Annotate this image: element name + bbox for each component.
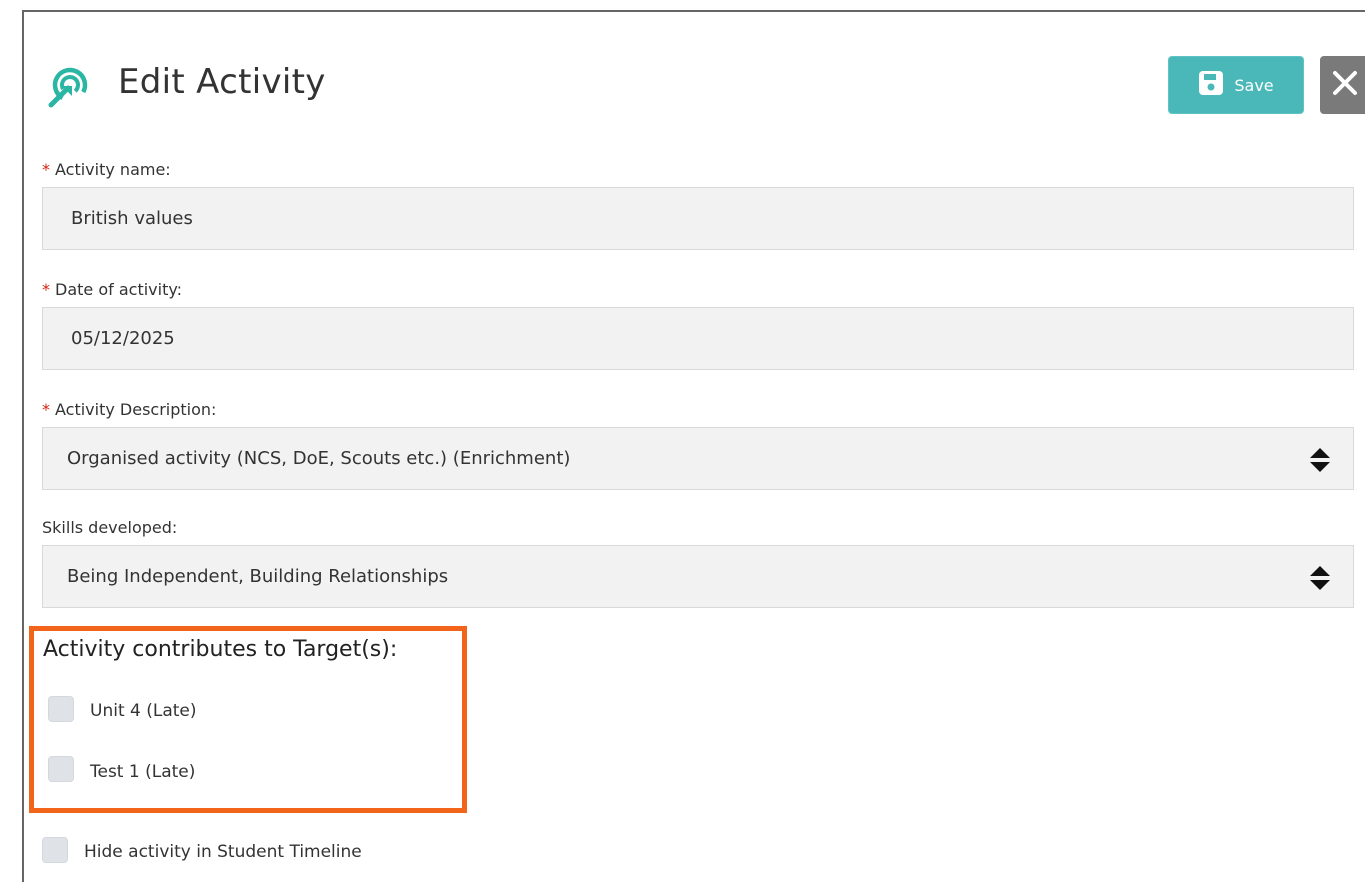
sort-arrows-icon [1309,565,1331,591]
save-button[interactable]: Save [1168,56,1304,114]
activity-target-icon [47,66,89,108]
skills-value: Being Independent, Building Relationship… [67,566,449,587]
description-select[interactable]: Organised activity (NCS, DoE, Scouts etc… [42,427,1354,490]
target-checkbox-test1[interactable] [48,756,74,782]
hide-timeline-checkbox[interactable] [42,837,68,863]
sort-arrows-icon [1309,447,1331,473]
date-value: 05/12/2025 [71,328,175,349]
save-label: Save [1234,75,1274,95]
date-input[interactable]: 05/12/2025 [42,307,1354,370]
required-marker: * [42,280,50,299]
hide-timeline-label: Hide activity in Student Timeline [84,842,362,862]
activity-name-value: British values [71,208,193,229]
close-button[interactable] [1320,56,1365,114]
required-marker: * [42,400,50,419]
target-label-unit4: Unit 4 (Late) [90,701,197,721]
skills-label-text: Skills developed: [42,518,178,537]
close-x-icon [1332,70,1358,100]
target-label-test1: Test 1 (Late) [90,762,196,782]
skills-label: Skills developed: [42,518,177,537]
activity-name-input[interactable]: British values [42,187,1354,250]
description-value: Organised activity (NCS, DoE, Scouts etc… [67,448,571,469]
page-title: Edit Activity [118,62,326,102]
date-label-text: Date of activity: [55,280,183,299]
description-label-text: Activity Description: [55,400,217,419]
floppy-disk-icon [1198,70,1224,100]
activity-name-label-text: Activity name: [55,160,171,179]
target-checkbox-unit4[interactable] [48,696,74,722]
required-marker: * [42,160,50,179]
date-label: * Date of activity: [42,280,182,299]
targets-heading: Activity contributes to Target(s): [43,637,398,662]
description-label: * Activity Description: [42,400,216,419]
activity-name-label: * Activity name: [42,160,171,179]
skills-select[interactable]: Being Independent, Building Relationship… [42,545,1354,608]
